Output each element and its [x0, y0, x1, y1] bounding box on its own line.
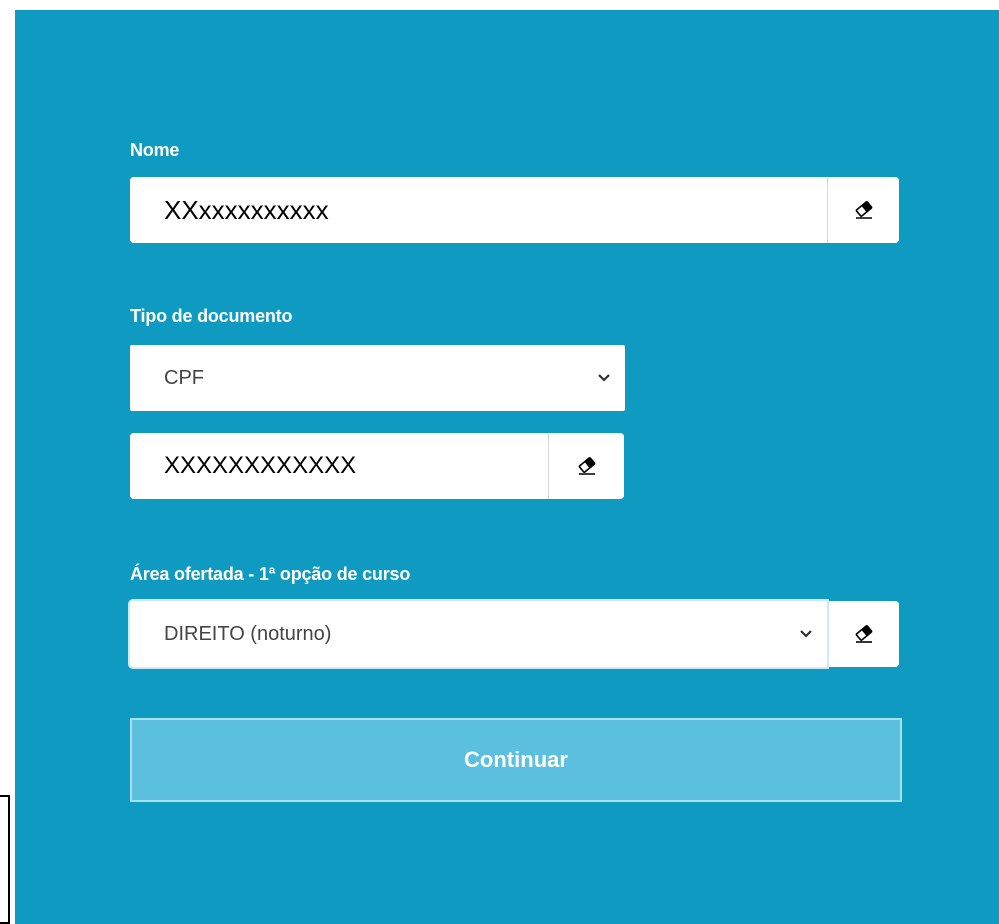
area-ofertada-label: Área ofertada - 1ª opção de curso — [130, 564, 411, 584]
area-ofertada-group: DIREITO (noturno) — [130, 601, 899, 667]
documento-input-group: XXXXXXXXXXXX — [130, 433, 624, 499]
area-ofertada-select[interactable]: DIREITO (noturno) — [130, 601, 827, 667]
nome-label: Nome — [130, 140, 180, 160]
eraser-icon — [855, 201, 872, 219]
nome-input[interactable]: XXxxxxxxxxxx — [130, 177, 827, 243]
form-panel: Nome XXxxxxxxxxxx Tipo de documento CPF — [15, 10, 999, 924]
tipo-documento-label: Tipo de documento — [130, 306, 293, 326]
documento-number-input[interactable]: XXXXXXXXXXXX — [130, 433, 548, 499]
eraser-icon — [578, 457, 595, 475]
area-ofertada-clear-button[interactable] — [827, 601, 899, 667]
page: Nome XXxxxxxxxxxx Tipo de documento CPF — [0, 0, 999, 924]
tipo-documento-select[interactable]: CPF — [130, 345, 625, 411]
chevron-down-icon — [800, 630, 812, 638]
documento-clear-button[interactable] — [548, 433, 624, 499]
area-ofertada-selected: DIREITO (noturno) — [164, 622, 332, 645]
continue-button[interactable]: Continuar — [130, 718, 902, 802]
left-edge-box — [0, 795, 10, 924]
chevron-down-icon — [598, 374, 610, 382]
nome-input-group: XXxxxxxxxxxx — [130, 177, 899, 243]
nome-clear-button[interactable] — [827, 177, 899, 243]
tipo-documento-selected: CPF — [164, 366, 204, 389]
eraser-icon — [855, 625, 872, 643]
